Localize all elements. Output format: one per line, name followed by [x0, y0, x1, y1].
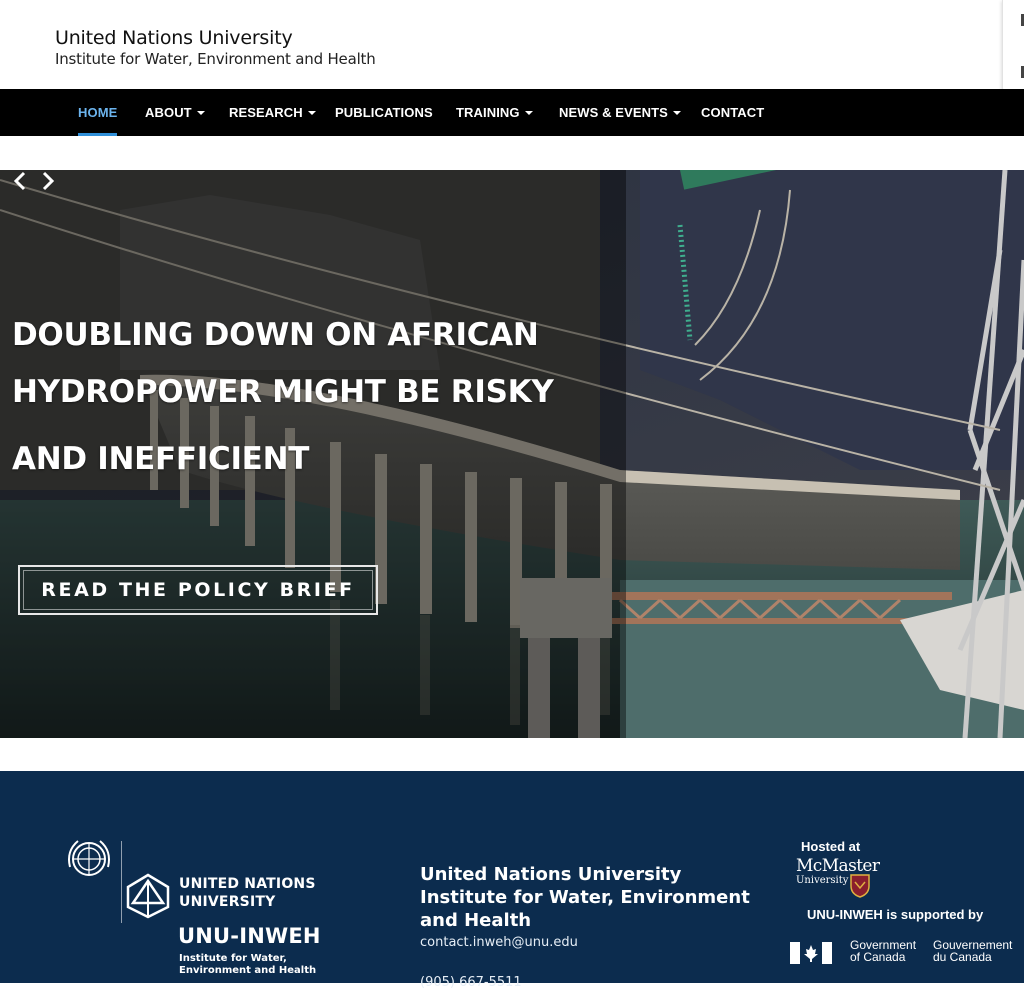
caret-down-icon	[196, 110, 205, 115]
tagline-line-1: Institute for Water,	[179, 953, 287, 964]
chevron-left-icon[interactable]	[12, 170, 28, 192]
unu-inweh-tagline: Institute for Water, Environment and Hea…	[179, 953, 316, 977]
supported-by-label: UNU-INWEH is supported by	[807, 907, 984, 922]
nav-home-label: HOME	[78, 105, 118, 120]
nav-training-label: TRAINING	[456, 105, 520, 120]
institute-name: United Nations University Institute for …	[420, 864, 750, 931]
nav-news-events[interactable]: NEWS & EVENTS	[559, 89, 681, 136]
hero-headline-line-3: AND INEFFICIENT	[12, 441, 310, 477]
gov-fr-line-2: du Canada	[933, 950, 992, 964]
hero-headline-line-1: DOUBLING DOWN ON AFRICAN	[12, 317, 539, 353]
logo-divider	[121, 841, 122, 923]
hero-carousel: DOUBLING DOWN ON AFRICAN HYDROPOWER MIGH…	[0, 170, 1024, 738]
unu-inweh-wordmark[interactable]: UNU-INWEH	[178, 924, 321, 948]
site-footer: UNITED NATIONS UNIVERSITY UNU-INWEH Inst…	[0, 771, 1024, 990]
un-emblem-icon[interactable]	[64, 837, 114, 881]
nav-publications[interactable]: PUBLICATIONS	[335, 89, 433, 136]
unu-name-line-2: UNIVERSITY	[179, 894, 276, 910]
nav-research-label: RESEARCH	[229, 105, 303, 120]
nav-research[interactable]: RESEARCH	[229, 89, 316, 136]
government-of-canada-fr[interactable]: Gouvernement du Canada	[933, 939, 1012, 963]
caret-down-icon	[524, 110, 533, 115]
mcmaster-shield-icon	[850, 874, 870, 898]
button-inner-border	[23, 570, 373, 610]
hosted-at-label: Hosted at	[801, 839, 861, 854]
nav-news-events-label: NEWS & EVENTS	[559, 105, 668, 120]
nav-about[interactable]: ABOUT	[145, 89, 205, 136]
site-logo[interactable]: United Nations University Institute for …	[55, 27, 376, 68]
nav-home[interactable]: HOME	[78, 89, 118, 136]
unu-name-line-1: UNITED NATIONS	[179, 876, 316, 892]
nav-contact[interactable]: CONTACT	[701, 89, 764, 136]
government-of-canada-en[interactable]: Government of Canada	[850, 939, 916, 963]
nav-contact-label: CONTACT	[701, 105, 765, 120]
nav-about-label: ABOUT	[145, 105, 192, 120]
chevron-right-icon[interactable]	[40, 170, 56, 192]
read-policy-brief-button[interactable]: READ THE POLICY BRIEF	[18, 565, 378, 615]
contact-email-link[interactable]: contact.inweh@unu.edu	[420, 935, 578, 950]
caret-down-icon	[672, 110, 681, 115]
unu-name[interactable]: UNITED NATIONS UNIVERSITY	[179, 875, 316, 911]
gov-en-line-2: of Canada	[850, 950, 906, 964]
caret-down-icon	[307, 110, 316, 115]
site-title[interactable]: United Nations University	[55, 27, 376, 49]
tagline-line-2: Environment and Health	[179, 965, 317, 976]
hero-headline-line-2: HYDROPOWER MIGHT BE RISKY	[12, 374, 554, 410]
main-nav: HOME ABOUT RESEARCH PUBLICATIONS TRAININ…	[0, 89, 1024, 136]
site-subtitle[interactable]: Institute for Water, Environment and Hea…	[55, 50, 376, 68]
mcmaster-name: McMaster	[796, 856, 880, 876]
unu-logo-icon[interactable]	[126, 873, 170, 919]
feedback-widget[interactable]	[1002, 0, 1024, 92]
canada-flag-icon	[790, 942, 832, 964]
site-header: United Nations University Institute for …	[0, 0, 1024, 92]
nav-training[interactable]: TRAINING	[456, 89, 533, 136]
nav-publications-label: PUBLICATIONS	[335, 105, 433, 120]
